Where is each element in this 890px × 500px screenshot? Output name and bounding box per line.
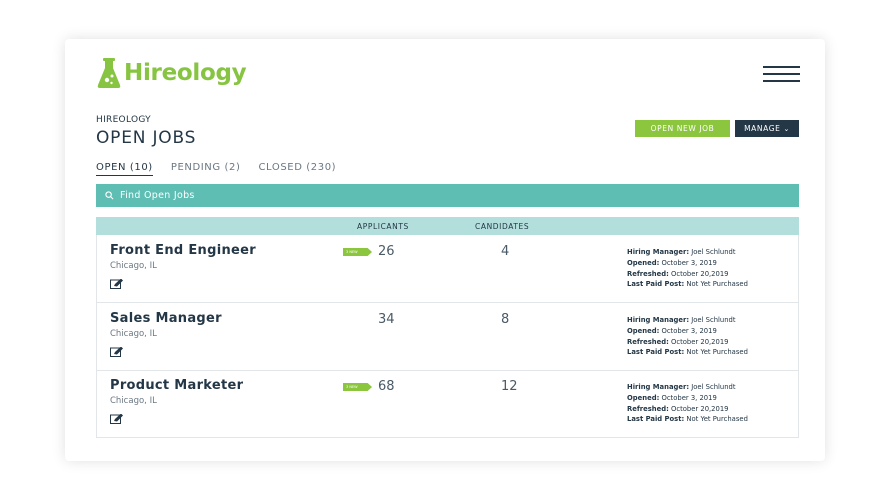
edit-icon[interactable] [110, 347, 124, 357]
page-eyebrow: HIREOLOGY [96, 115, 151, 125]
table-row[interactable]: Product Marketer Chicago, IL 3 NEW 68 12… [97, 370, 798, 437]
column-header-applicants: APPLICANTS [357, 222, 409, 231]
candidates-count[interactable]: 12 [501, 379, 518, 394]
jobs-table: APPLICANTS CANDIDATES Front End Engineer… [96, 217, 799, 438]
last-paid-post-value: Not Yet Purchased [686, 280, 748, 289]
tab-closed[interactable]: CLOSED (230) [258, 162, 336, 176]
flask-icon [97, 58, 121, 88]
search-bar [96, 184, 799, 207]
refreshed-value: October 20,2019 [671, 404, 729, 413]
table-row[interactable]: Front End Engineer Chicago, IL 3 NEW 26 … [97, 235, 798, 303]
new-applicants-badge: 3 NEW [343, 248, 372, 256]
job-location: Chicago, IL [110, 261, 157, 271]
chevron-down-icon: ⌄ [783, 124, 790, 133]
logo-wordmark: Hireology [124, 60, 247, 86]
open-jobs-card: Hireology HIREOLOGY OPEN JOBS OPEN NEW J… [65, 39, 825, 461]
hiring-manager-value: Joel Schlundt [691, 383, 736, 391]
search-icon [105, 191, 114, 200]
opened-value: October 3, 2019 [661, 326, 717, 335]
candidates-count[interactable]: 4 [501, 244, 509, 259]
hiring-manager-value: Joel Schlundt [691, 316, 736, 324]
job-location: Chicago, IL [110, 329, 157, 339]
last-paid-post-value: Not Yet Purchased [686, 348, 748, 357]
job-title[interactable]: Sales Manager [110, 311, 222, 326]
last-paid-post-value: Not Yet Purchased [686, 415, 748, 424]
column-header-candidates: CANDIDATES [475, 222, 530, 231]
hamburger-menu-icon[interactable] [763, 66, 800, 82]
opened-value: October 3, 2019 [661, 393, 717, 402]
job-status-tabs: OPEN (10) PENDING (2) CLOSED (230) [96, 162, 354, 176]
job-meta: Hiring Manager: Joel Schlundt Opened: Oc… [627, 383, 748, 424]
refreshed-value: October 20,2019 [671, 269, 729, 278]
applicants-count[interactable]: 68 [378, 379, 395, 394]
applicants-count[interactable]: 26 [378, 244, 395, 259]
edit-icon[interactable] [110, 279, 124, 289]
hiring-manager-value: Joel Schlundt [691, 248, 736, 256]
open-new-job-button[interactable]: OPEN NEW JOB [635, 120, 730, 137]
job-title[interactable]: Front End Engineer [110, 243, 256, 258]
hireology-logo[interactable]: Hireology [96, 57, 247, 89]
job-meta: Hiring Manager: Joel Schlundt Opened: Oc… [627, 248, 748, 289]
table-header: APPLICANTS CANDIDATES [96, 217, 799, 235]
tab-open[interactable]: OPEN (10) [96, 162, 153, 176]
table-row[interactable]: Sales Manager Chicago, IL 34 8 Hiring Ma… [97, 303, 798, 371]
tab-pending[interactable]: PENDING (2) [171, 162, 241, 176]
new-applicants-badge: 3 NEW [343, 383, 372, 391]
refreshed-value: October 20,2019 [671, 337, 729, 346]
manage-label: MANAGE [744, 124, 781, 133]
job-title[interactable]: Product Marketer [110, 378, 243, 393]
opened-value: October 3, 2019 [661, 258, 717, 267]
candidates-count[interactable]: 8 [501, 312, 509, 327]
job-location: Chicago, IL [110, 396, 157, 406]
applicants-count[interactable]: 34 [378, 312, 395, 327]
job-meta: Hiring Manager: Joel Schlundt Opened: Oc… [627, 316, 748, 357]
page-title: OPEN JOBS [96, 128, 197, 148]
manage-dropdown-button[interactable]: MANAGE ⌄ [735, 120, 799, 137]
edit-icon[interactable] [110, 414, 124, 424]
search-input[interactable] [120, 190, 720, 201]
